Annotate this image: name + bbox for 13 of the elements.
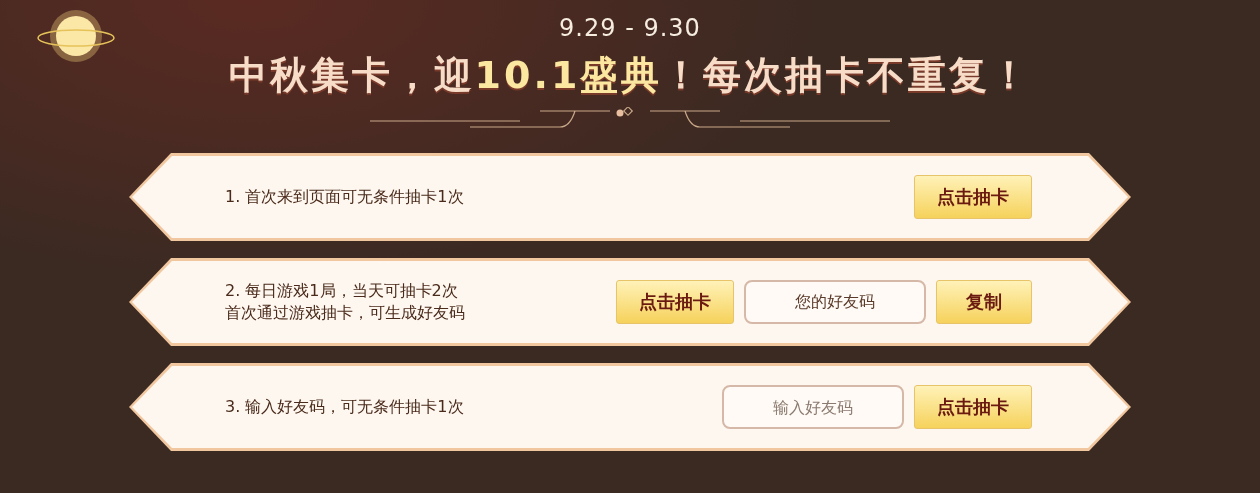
draw-card-button[interactable]: 点击抽卡	[914, 385, 1032, 429]
task-text: 1. 首次来到页面可无条件抽卡1次	[225, 186, 464, 208]
date-range: 9.29 - 9.30	[559, 14, 701, 42]
draw-card-button[interactable]: 点击抽卡	[616, 280, 734, 324]
task-text: 2. 每日游戏1局，当天可抽卡2次	[225, 280, 459, 302]
event-title: 中秋集卡，迎10.1盛典！每次抽卡不重复！	[228, 52, 1032, 99]
friend-code-field[interactable]: 您的好友码	[744, 280, 926, 324]
draw-card-button[interactable]: 复制	[936, 280, 1032, 324]
moon-icon	[34, 8, 118, 64]
task-text: 3. 输入好友码，可无条件抽卡1次	[225, 396, 464, 418]
friend-code-field[interactable]: 输入好友码	[722, 385, 904, 429]
draw-card-button[interactable]: 点击抽卡	[914, 175, 1032, 219]
task-text: 首次通过游戏抽卡，可生成好友码	[225, 302, 465, 324]
